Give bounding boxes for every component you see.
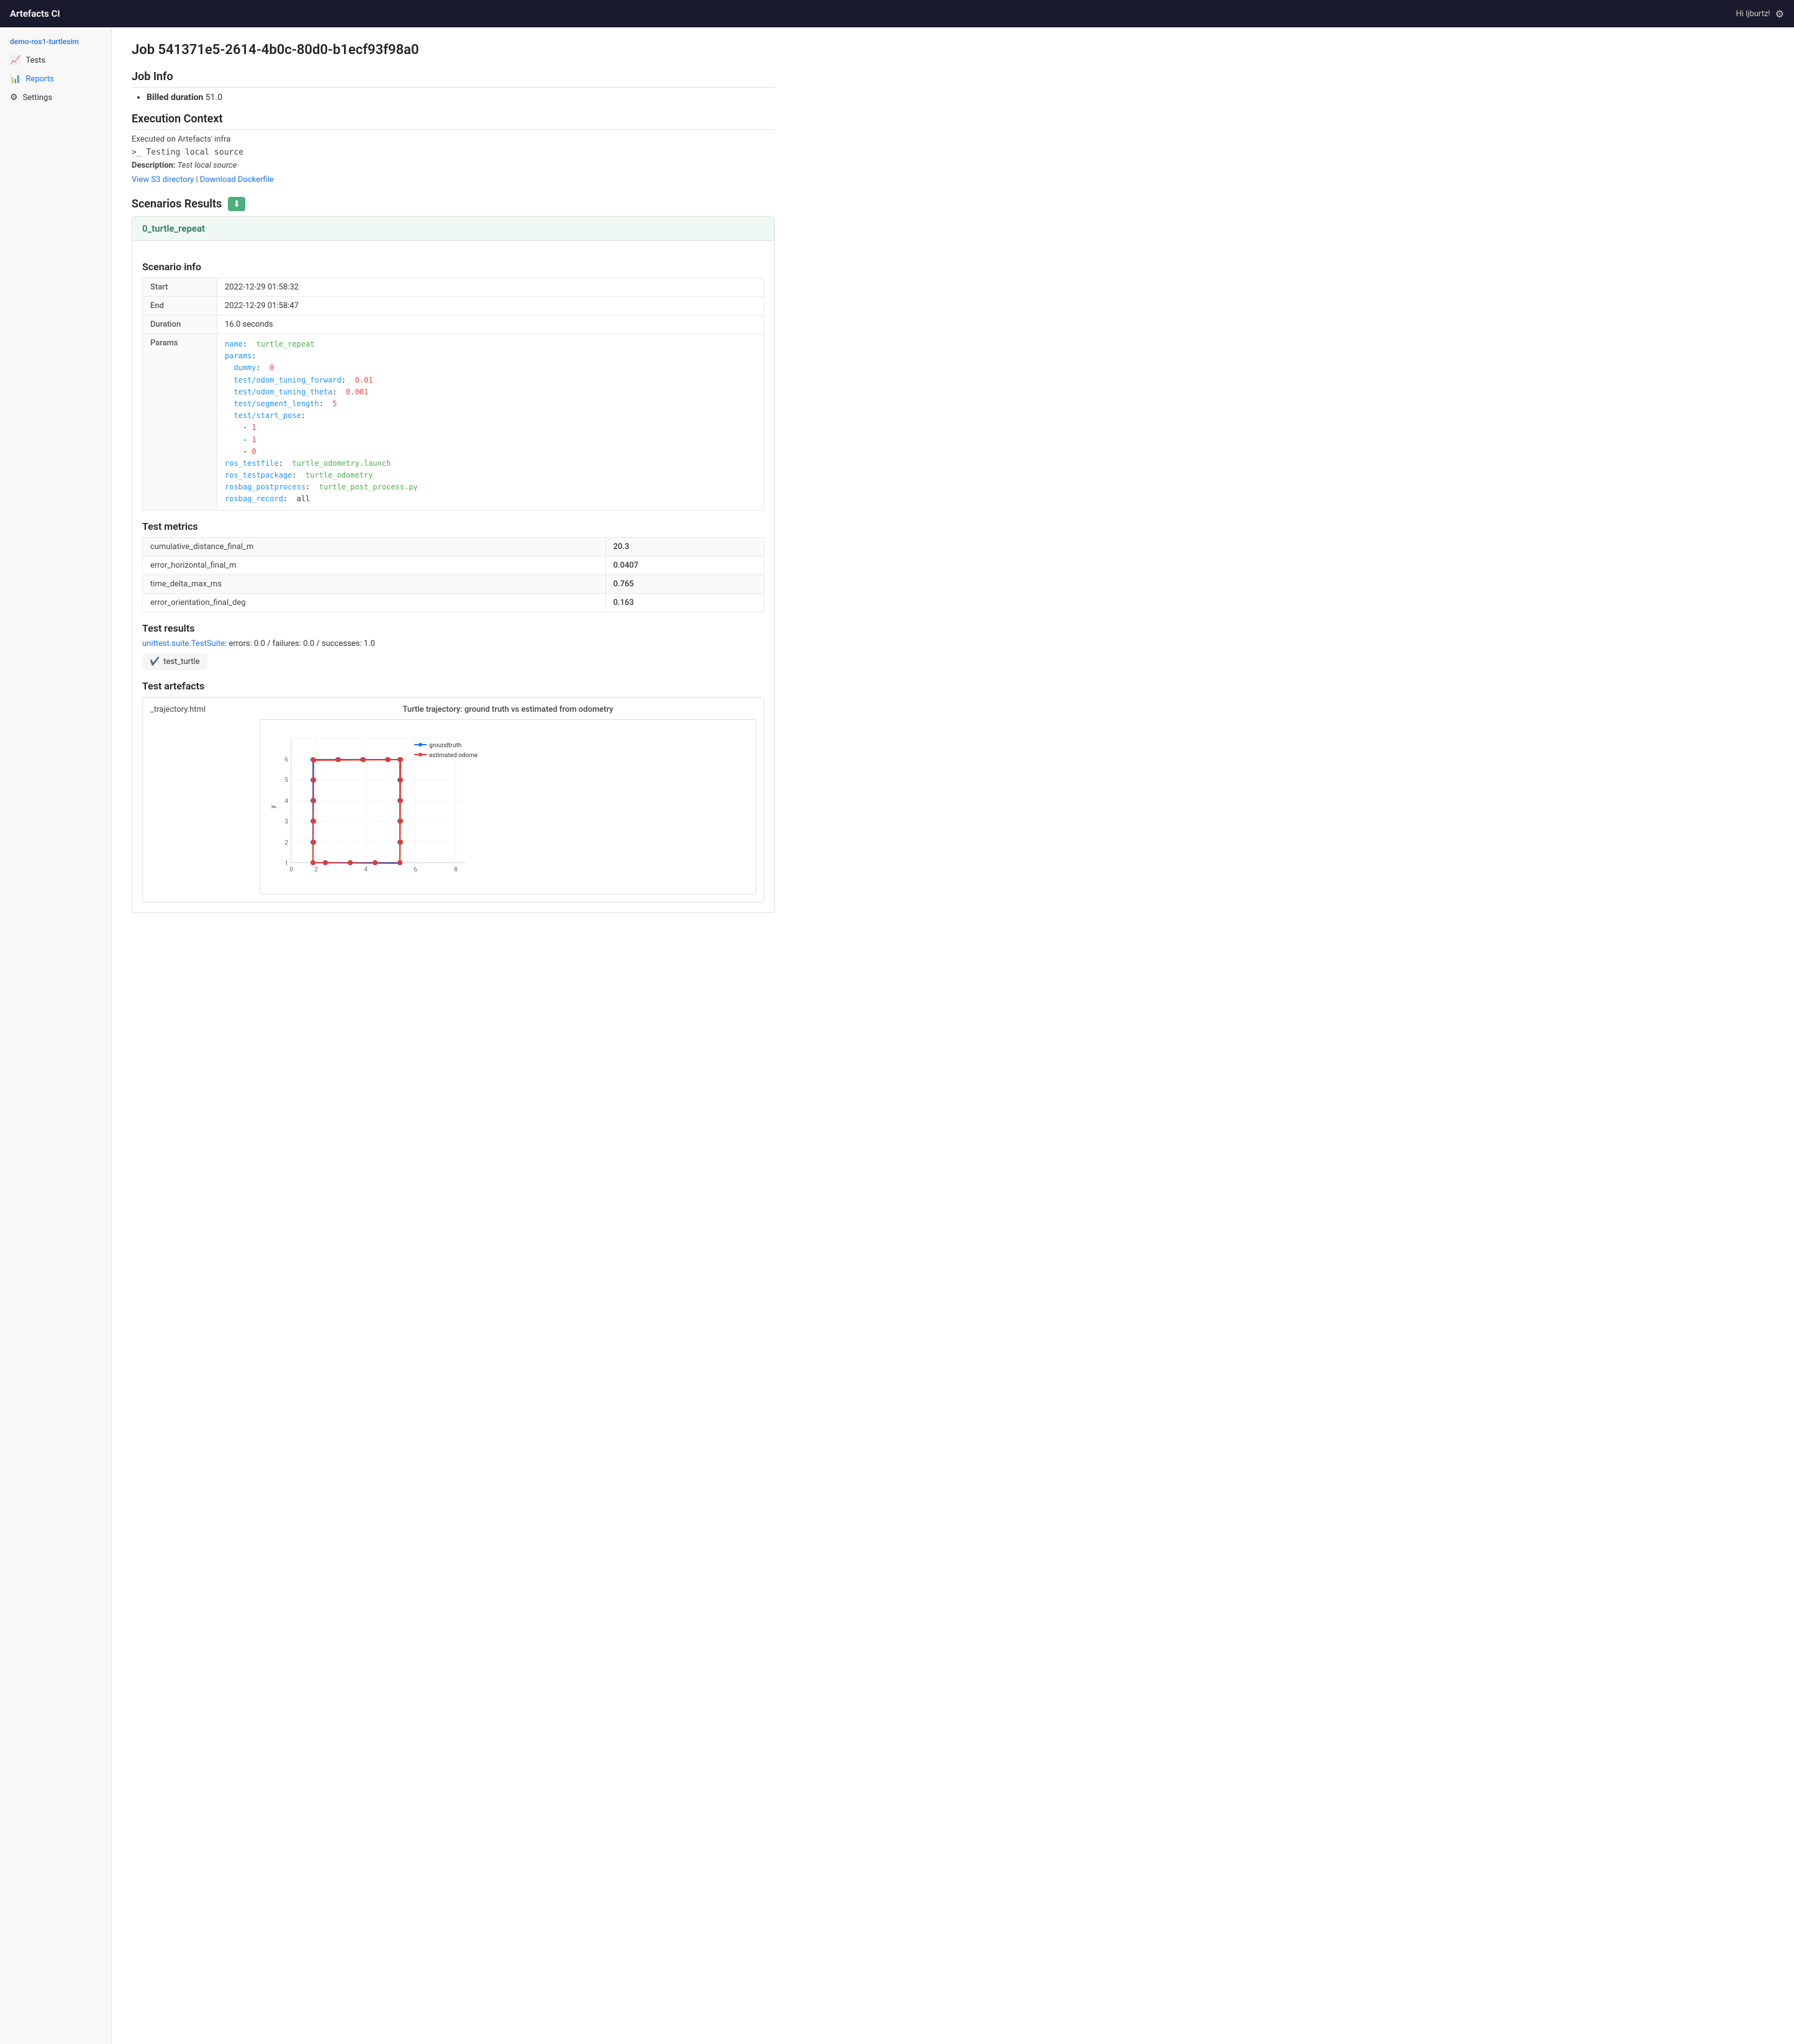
table-row-params: Params name: turtle_repeat params: dummy…: [143, 334, 764, 511]
svg-text:3: 3: [284, 819, 288, 825]
metric-key: error_orientation_final_deg: [143, 593, 606, 612]
metric-value: 0.765: [605, 575, 764, 593]
trajectory-svg: y: [266, 726, 478, 888]
execution-context: Executed on Artefacts' infra >_ Testing …: [132, 135, 775, 184]
terminal-line: >_ Testing local source: [132, 148, 775, 157]
test-results-section: unittest.suite.TestSuite: errors: 0.0 / …: [142, 639, 764, 670]
sidebar-item-label: Settings: [23, 93, 52, 102]
metric-value: 0.163: [605, 593, 764, 612]
metric-key: error_horizontal_final_m: [143, 556, 606, 575]
test-item: ✔️ test_turtle: [142, 653, 207, 670]
metric-key: time_delta_max_ms: [143, 575, 606, 593]
duration-value: 16.0 seconds: [217, 316, 764, 334]
user-greeting: Hi ljburtz!: [1736, 9, 1770, 19]
test-suite-name: unittest.suite.TestSuite: [142, 639, 225, 648]
table-row: Duration 16.0 seconds: [143, 316, 764, 334]
sidebar: demo-ros1-turtlesim 📈 Tests 📊 Reports ⚙ …: [0, 27, 112, 2044]
tests-icon: 📈: [10, 55, 20, 65]
metric-value: 20.3: [605, 537, 764, 556]
executed-on: Executed on Artefacts' infra: [132, 135, 775, 144]
metric-value: 0.0407: [605, 556, 764, 575]
end-label: End: [143, 297, 217, 316]
sidebar-project: demo-ros1-turtlesim: [0, 35, 111, 51]
table-row: error_horizontal_final_m0.0407: [143, 556, 764, 575]
sidebar-item-settings[interactable]: ⚙ Settings: [0, 88, 111, 107]
job-info-heading: Job Info: [132, 70, 775, 88]
svg-text:2: 2: [284, 840, 288, 847]
scenario-info-heading: Scenario info: [142, 261, 764, 273]
description-line: Description: Test local source: [132, 161, 775, 170]
svg-text:8: 8: [454, 866, 458, 873]
navbar-brand: Artefacts CI: [10, 8, 60, 19]
svg-text:4: 4: [364, 866, 368, 873]
navbar: Artefacts CI Hi ljburtz! ⚙: [0, 0, 1794, 27]
test-suite-line: unittest.suite.TestSuite: errors: 0.0 / …: [142, 639, 764, 648]
svg-text:0: 0: [289, 866, 293, 873]
svg-text:estimated odometry: estimated odometry: [429, 752, 478, 759]
reports-icon: 📊: [10, 74, 20, 84]
end-value: 2022-12-29 01:58:47: [217, 297, 764, 316]
chart-container: Turtle trajectory: ground truth vs estim…: [260, 705, 756, 894]
settings-icon: ⚙: [10, 93, 18, 102]
sidebar-item-label: Tests: [25, 56, 45, 65]
artefact-filename: _trajectory.html: [150, 705, 250, 714]
download-scenarios-button[interactable]: ⬇: [228, 197, 245, 211]
svg-text:6: 6: [414, 866, 417, 873]
table-row: time_delta_max_ms0.765: [143, 575, 764, 593]
params-content: name: turtle_repeat params: dummy: 0 tes…: [217, 334, 764, 511]
chart-wrap: y: [260, 719, 756, 894]
test-check-icon: ✔️: [150, 657, 160, 666]
svg-text:4: 4: [284, 798, 288, 805]
svg-text:6: 6: [284, 756, 288, 763]
chart-title: Turtle trajectory: ground truth vs estim…: [260, 705, 756, 714]
svg-text:y: y: [269, 804, 277, 808]
test-metrics-heading: Test metrics: [142, 520, 764, 532]
artefact-row: _trajectory.html Turtle trajectory: grou…: [142, 697, 764, 902]
test-suite-stats: : errors: 0.0 / failures: 0.0 / successe…: [225, 639, 375, 648]
billed-duration: Billed duration 51.0: [147, 93, 775, 102]
billed-duration-label: Billed duration: [147, 93, 203, 102]
job-info-list: Billed duration 51.0: [132, 93, 775, 102]
test-item-name: test_turtle: [163, 657, 199, 666]
table-row: cumulative_distance_final_m20.3: [143, 537, 764, 556]
scenarios-heading: Scenarios Results: [132, 198, 222, 211]
scenario-card-body: Scenario info Start 2022-12-29 01:58:32 …: [132, 241, 774, 912]
test-results-heading: Test results: [142, 622, 764, 634]
table-row: error_orientation_final_deg0.163: [143, 593, 764, 612]
metric-key: cumulative_distance_final_m: [143, 537, 606, 556]
svg-text:groundtruth: groundtruth: [429, 742, 461, 749]
billed-duration-val: 51.0: [206, 93, 222, 102]
sidebar-item-tests[interactable]: 📈 Tests: [0, 51, 111, 70]
sidebar-item-reports[interactable]: 📊 Reports: [0, 70, 111, 88]
svg-text:5: 5: [284, 777, 288, 784]
start-value: 2022-12-29 01:58:32: [217, 278, 764, 297]
table-row: Start 2022-12-29 01:58:32: [143, 278, 764, 297]
navbar-user: Hi ljburtz! ⚙: [1736, 8, 1784, 20]
svg-text:1: 1: [284, 860, 288, 867]
scenario-name: 0_turtle_repeat: [132, 217, 774, 241]
scenario-card: 0_turtle_repeat Scenario info Start 2022…: [132, 216, 775, 913]
execution-heading: Execution Context: [132, 112, 775, 130]
links-line: View S3 directory | Download Dockerfile: [132, 175, 775, 184]
table-row: End 2022-12-29 01:58:47: [143, 297, 764, 316]
scenario-info-table: Start 2022-12-29 01:58:32 End 2022-12-29…: [142, 278, 764, 511]
page-title: Job 541371e5-2614-4b0c-80d0-b1ecf93f98a0: [132, 42, 775, 58]
duration-label: Duration: [143, 316, 217, 334]
download-dockerfile-link[interactable]: Download Dockerfile: [200, 175, 274, 184]
metrics-table: cumulative_distance_final_m20.3error_hor…: [142, 537, 764, 612]
svg-text:2: 2: [314, 866, 318, 873]
description-label: Description:: [132, 161, 176, 170]
start-label: Start: [143, 278, 217, 297]
gear-icon[interactable]: ⚙: [1775, 8, 1784, 20]
main-content: Job 541371e5-2614-4b0c-80d0-b1ecf93f98a0…: [112, 27, 795, 943]
view-s3-link[interactable]: View S3 directory: [132, 175, 194, 184]
params-pre: name: turtle_repeat params: dummy: 0 tes…: [225, 338, 756, 506]
test-artefacts-heading: Test artefacts: [142, 680, 764, 692]
description-value: Test local source: [178, 161, 237, 170]
artefacts-section: _trajectory.html Turtle trajectory: grou…: [142, 697, 764, 902]
download-icon: ⬇: [233, 199, 240, 209]
params-label: Params: [143, 334, 217, 511]
sidebar-item-label: Reports: [25, 75, 53, 84]
scenarios-heading-row: Scenarios Results ⬇: [132, 197, 775, 211]
